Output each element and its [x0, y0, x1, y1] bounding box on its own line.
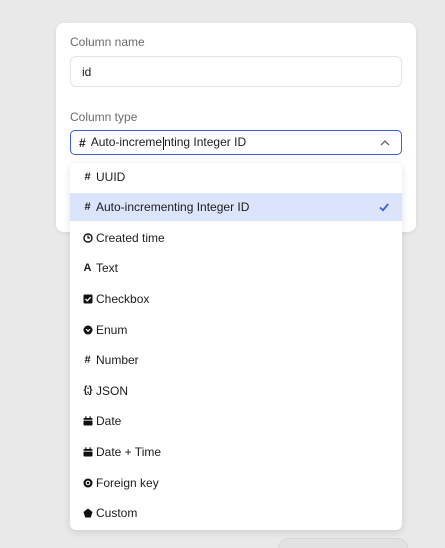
dropdown-option-label: Checkbox: [96, 292, 150, 306]
dropdown-option-label: Auto-incrementing Integer ID: [96, 200, 250, 214]
hash-icon: #: [84, 200, 91, 213]
dropdown-option[interactable]: A Text: [70, 254, 402, 282]
chevron-up-icon[interactable]: [379, 137, 391, 149]
dropdown-option[interactable]: Custom: [70, 499, 402, 527]
dropdown-option-label: JSON: [96, 384, 129, 398]
column-type-select[interactable]: # Auto-increme nting Integer ID: [70, 130, 402, 155]
column-type-value: Auto-increme nting Integer ID: [90, 135, 247, 150]
checkbox-icon: [82, 294, 93, 305]
column-name-input[interactable]: id: [70, 56, 402, 87]
link-circle-icon: [82, 478, 93, 489]
dropdown-option[interactable]: Date: [70, 407, 402, 435]
dropdown-option[interactable]: Foreign key: [70, 469, 402, 497]
calendar-icon: [82, 416, 93, 427]
clock-icon: [82, 233, 93, 244]
text-icon: A: [83, 261, 92, 274]
column-name-label: Column name: [70, 35, 145, 49]
calendar-icon: [82, 447, 93, 458]
dropdown-option-label: Custom: [96, 506, 138, 520]
dropdown-option[interactable]: Checkbox: [70, 285, 402, 313]
dropdown-option-label: Date + Time: [96, 445, 162, 459]
hash-icon: #: [79, 135, 86, 150]
bottom-toolbar: [278, 538, 408, 548]
dropdown-option-label: Date: [96, 414, 122, 428]
column-type-dropdown: # UUID # Auto-incrementing Integer ID Create…: [70, 163, 402, 530]
dropdown-option-label: Number: [96, 353, 139, 367]
dropdown-option-label: Text: [96, 261, 119, 275]
dropdown-option[interactable]: Created time: [70, 224, 402, 252]
dropdown-option[interactable]: # Auto-incrementing Integer ID: [70, 193, 402, 221]
dropdown-option[interactable]: {;} JSON: [70, 377, 402, 405]
column-name-value: id: [82, 64, 92, 79]
dropdown-option[interactable]: # UUID: [70, 163, 402, 191]
pentagon-icon: [82, 508, 93, 519]
dropdown-option-label: Created time: [96, 231, 165, 245]
dropdown-option[interactable]: Enum: [70, 316, 402, 344]
hash-icon: #: [84, 170, 91, 183]
checkmark-icon: [379, 203, 389, 212]
dropdown-option-label: Foreign key: [96, 476, 159, 490]
dropdown-option[interactable]: Date + Time: [70, 438, 402, 466]
json-braces-icon: {;}: [83, 385, 92, 396]
dropdown-option[interactable]: # Number: [70, 346, 402, 374]
dropdown-option-label: Enum: [96, 323, 128, 337]
hash-icon: #: [84, 353, 91, 366]
dropdown-option-label: UUID: [96, 170, 126, 184]
chevron-circle-icon: [82, 325, 93, 336]
column-type-label: Column type: [70, 110, 138, 124]
